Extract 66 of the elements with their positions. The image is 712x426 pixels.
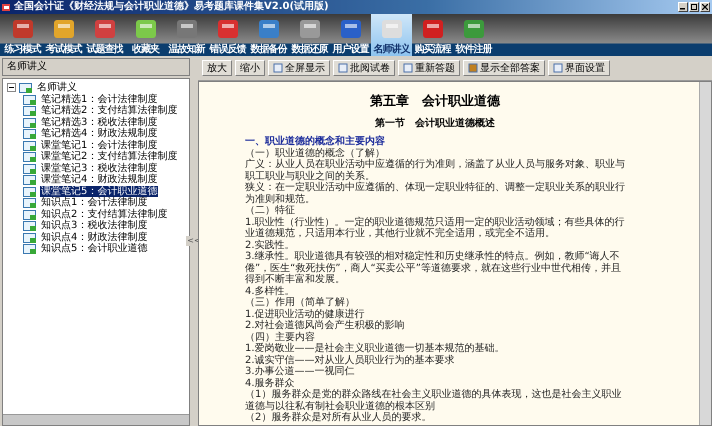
paragraph: 2.对社会道德风尚会产生积极的影响 [245, 320, 406, 332]
toolbar-button[interactable]: 用户设置 [330, 14, 371, 56]
tree-item[interactable]: 课堂笔记4：财政法规制度 [40, 174, 158, 186]
toolbar-button[interactable]: 全屏显示 [268, 60, 330, 76]
close-icon [702, 4, 708, 10]
collapse-icon[interactable] [7, 83, 16, 92]
toolbar-button[interactable]: 名师讲义 [371, 14, 412, 56]
maximize-icon [691, 4, 697, 10]
toolbar-button[interactable]: 放大 [202, 60, 232, 76]
toolbar-button[interactable]: 界面设置 [548, 60, 610, 76]
tree-item[interactable]: 笔记精选4：财政法规制度 [40, 128, 158, 140]
toolbar-button[interactable]: 数据备份 [248, 14, 289, 56]
paragraph: （三）作用（简单了解） [245, 297, 356, 308]
toolbar-button[interactable]: 软件注册 [453, 14, 494, 56]
maximize-button[interactable] [689, 2, 699, 12]
toolbar-button[interactable]: 缩小 [235, 60, 265, 76]
window-title: 全国会计证《财经法规与会计职业道德》易考题库课件集V2.0(试用版) [14, 0, 329, 14]
tree-item[interactable]: 知识点2：支付结算法律制度 [40, 208, 168, 220]
tree-item[interactable]: 课堂笔记3：税收法律制度 [40, 162, 158, 174]
toolbar-button[interactable]: 收藏夹 [125, 14, 166, 56]
chapter-title: 第五章 会计职业道德 [369, 92, 502, 110]
section-title: 第一节 会计职业道德概述 [374, 116, 496, 130]
paragraph: 3.办事公道——一视同仁 [245, 366, 356, 378]
paragraph: 狭义：在一定职业活动中应遵循的、体现一定职业特征的、调整一定职业关系的职业行为准则和规范。 [245, 182, 626, 204]
app-icon [2, 2, 11, 12]
tree-item[interactable]: 课堂笔记5：会计职业道德 [40, 186, 158, 197]
paragraph: （2）服务群众是对所有从业人员的要求。 [245, 412, 432, 424]
toolbar-button[interactable]: 数据还原 [289, 14, 330, 56]
horizontal-scrollbar[interactable] [3, 414, 189, 425]
toolbar-button[interactable]: 试题查找 [84, 14, 125, 56]
paragraph: 2.实践性。 [245, 240, 296, 250]
paragraph: 1.职业性（行业性）。一定的职业道德规范只适用一定的职业活动领域；有些具体的行业道德规范，只适用本行业，其他行业就不完全适用，或完全不适用。 [245, 216, 626, 240]
paragraph: 4.多样性。 [245, 286, 296, 297]
tree-item[interactable]: 笔记精选2：支付结算法律制度 [40, 105, 178, 116]
close-button[interactable] [700, 2, 710, 12]
heading: 一、职业道德的概念和主要内容 [245, 136, 386, 148]
paragraph: 4.服务群众 [245, 378, 296, 389]
paragraph: 2.诚实守信——对从业人员职业行为的基本要求 [245, 354, 456, 366]
tree-item[interactable]: 知识点1：会计法律制度 [40, 197, 148, 208]
tree-item[interactable]: 课堂笔记1：会计法律制度 [40, 140, 158, 151]
toolbar-button[interactable]: 错误反馈 [207, 14, 248, 56]
tree-item[interactable]: 笔记精选3：税收法律制度 [40, 116, 158, 128]
toolbar-button[interactable]: 温故知新 [166, 14, 207, 56]
paragraph: （一）职业道德的概念（了解） [245, 148, 385, 158]
toolbar-button[interactable]: 批阅试卷 [333, 60, 395, 76]
tree-item[interactable]: 笔记精选1：会计法律制度 [40, 94, 158, 105]
paragraph: 广义：从业人员在职业活动中应遵循的行为准则，涵盖了从业人员与服务对象、职业与职工职业与职业之间的关系。 [245, 159, 626, 182]
vertical-scrollbar[interactable] [699, 82, 711, 425]
tree-item[interactable]: 知识点3：税收法律制度 [40, 220, 148, 232]
toolbar-button[interactable]: 重新答题 [398, 60, 460, 76]
paragraph: 1.促进职业活动的健康进行 [245, 308, 366, 320]
toolbar-button[interactable]: 购买流程 [412, 14, 453, 56]
panel-header: 名师讲义 [2, 58, 190, 76]
tree-item[interactable]: 课堂笔记2：支付结算法律制度 [40, 151, 178, 162]
toolbar-button[interactable]: 显示全部答案 [463, 60, 545, 76]
toolbar-button[interactable]: 考试模式 [43, 14, 84, 56]
paragraph: 1.爱岗敬业——是社会主义职业道德一切基本规范的基础。 [245, 343, 506, 354]
paragraph: （二）特征 [245, 205, 296, 216]
paragraph: 3.继承性。职业道德具有较强的相对稳定性和历史继承性的特点。例如，教师“诲人不倦”，医生“救死扶伤”，商人“买卖公平”等道德要求，就在这些行业中世代相传，并且得到不断丰富和发展。 [245, 251, 622, 286]
toolbar-button[interactable]: 练习模式 [2, 14, 43, 56]
paragraph: （四）主要内容 [245, 332, 316, 342]
tree-item[interactable]: 知识点5：会计职业道德 [40, 243, 148, 254]
tree-item[interactable]: 知识点4：财政法律制度 [40, 232, 148, 243]
paragraph: （1）服务群众是党的群众路线在社会主义职业道德的具体表现，这也是社会主义职业道德与以往私有制社会职业道德的根本区别 [245, 389, 622, 412]
tree-item[interactable]: 名师讲义 [36, 82, 78, 94]
minimize-button[interactable] [678, 2, 688, 12]
